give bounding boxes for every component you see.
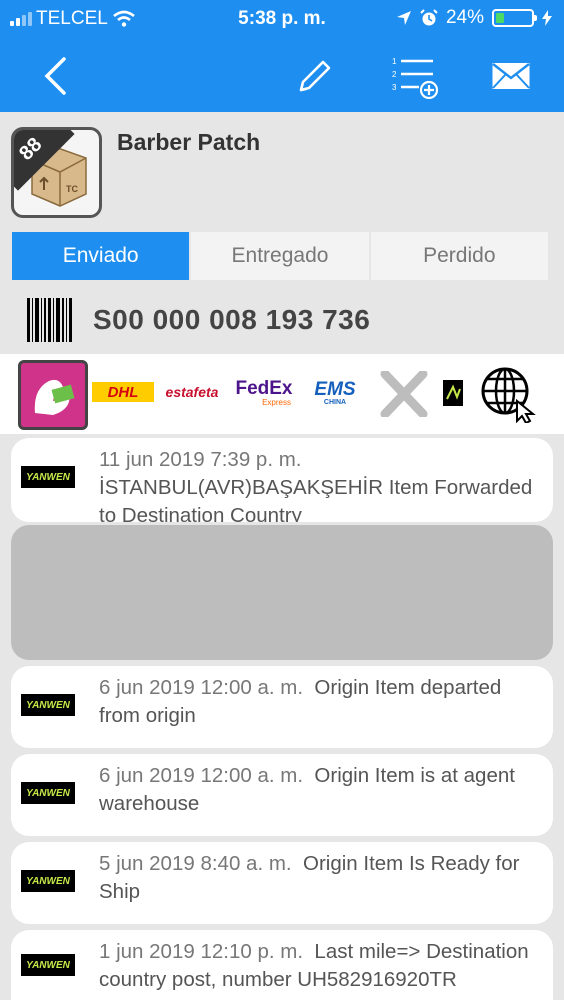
- package-thumbnail[interactable]: TC 88: [11, 127, 102, 218]
- event-date: 6 jun 2019 12:00 a. m.: [99, 764, 304, 787]
- pencil-icon: [299, 60, 331, 92]
- alarm-icon: [420, 9, 438, 26]
- charging-bolt-icon: [542, 10, 552, 26]
- svg-text:2: 2: [392, 70, 397, 79]
- status-bar: TELCEL 5:38 p. m. 24%: [0, 0, 564, 36]
- dhl-logo: DHL: [107, 383, 139, 401]
- battery-percent: 24%: [445, 7, 484, 28]
- yanwen-logo: YANWEN: [21, 466, 75, 488]
- event-date: 1 jun 2019 12:10 p. m.: [99, 940, 304, 963]
- back-button[interactable]: [30, 48, 80, 104]
- svg-text:1: 1: [392, 57, 397, 66]
- tracking-row: S00 000 008 193 736: [0, 292, 564, 354]
- event-date: 5 jun 2019 8:40 a. m.: [99, 852, 292, 875]
- envelope-icon: [492, 63, 530, 89]
- web-globe-icon: [481, 367, 536, 423]
- yanwen-logo: YANWEN: [21, 782, 75, 804]
- event-text: 6 jun 2019 12:00 a. m. Origin Item depar…: [99, 674, 543, 730]
- list-item[interactable]: YANWEN 6 jun 2019 12:00 a. m. Origin Ite…: [11, 754, 553, 836]
- list-item[interactable]: YANWEN 11 jun 2019 7:39 p. m. İSTANBUL(A…: [11, 438, 553, 522]
- add-to-list-button[interactable]: 1 2 3: [386, 48, 442, 104]
- package-header: TC 88 Barber Patch Enviado Entregado Per…: [0, 112, 564, 292]
- status-right: 24%: [396, 7, 552, 29]
- location-arrow-icon: [396, 11, 411, 25]
- event-date: 11 jun 2019 7:39 p. m.: [99, 448, 302, 471]
- tab-enviado[interactable]: Enviado: [12, 232, 190, 280]
- event-date: 6 jun 2019 12:00 a. m.: [99, 676, 304, 699]
- message-button[interactable]: [486, 48, 536, 104]
- ems-sub: CHINA: [323, 399, 347, 406]
- yanwen-small-logo: [446, 384, 461, 400]
- estafeta-logo: estafeta: [165, 384, 219, 400]
- carrier-x[interactable]: [376, 368, 432, 420]
- yanwen-logo: YANWEN: [21, 870, 75, 892]
- carrier-web[interactable]: [478, 364, 538, 424]
- svg-text:3: 3: [392, 83, 397, 92]
- event-text: 11 jun 2019 7:39 p. m. İSTANBUL(AVR)BAŞA…: [99, 446, 543, 522]
- numbered-list-add-icon: 1 2 3: [392, 57, 439, 99]
- status-segmented-control: Enviado Entregado Perdido: [12, 232, 548, 280]
- carrier-postal[interactable]: [18, 360, 88, 430]
- tab-perdido[interactable]: Perdido: [370, 232, 548, 280]
- event-text: 6 jun 2019 12:00 a. m. Origin Item is at…: [99, 762, 543, 818]
- barcode-icon[interactable]: [27, 298, 75, 342]
- yanwen-logo: YANWEN: [21, 694, 75, 716]
- tab-entregado[interactable]: Entregado: [191, 232, 369, 280]
- carrier-ems[interactable]: EMS CHINA: [302, 376, 368, 410]
- battery-icon: [492, 9, 537, 27]
- back-arrow-icon: [44, 57, 66, 95]
- ad-banner[interactable]: [11, 525, 553, 660]
- list-item[interactable]: YANWEN 1 jun 2019 12:10 p. m. Last mile=…: [11, 930, 553, 1000]
- list-item[interactable]: YANWEN 6 jun 2019 12:00 a. m. Origin Ite…: [11, 666, 553, 748]
- svg-text:TC: TC: [66, 184, 78, 194]
- fedex-sub: Express: [262, 398, 291, 407]
- top-bar: TELCEL 5:38 p. m. 24% 1 2 3: [0, 0, 564, 112]
- list-item[interactable]: YANWEN 5 jun 2019 8:40 a. m. Origin Item…: [11, 842, 553, 924]
- carrier-strip: DHL estafeta FedEx Express EMS CHINA: [0, 354, 564, 434]
- edit-button[interactable]: [288, 48, 338, 104]
- x-logo: [380, 371, 428, 417]
- carrier-fedex[interactable]: FedEx Express: [231, 376, 297, 410]
- carrier-dhl[interactable]: DHL: [92, 382, 154, 402]
- event-text: 1 jun 2019 12:10 p. m. Last mile=> Desti…: [99, 938, 543, 994]
- postal-service-logo: [34, 379, 75, 415]
- event-text: 5 jun 2019 8:40 a. m. Origin Item Is Rea…: [99, 850, 543, 906]
- carrier-estafeta[interactable]: estafeta: [160, 380, 224, 404]
- yanwen-logo: YANWEN: [21, 954, 75, 976]
- event-desc: İSTANBUL(AVR)BAŞAKŞEHİR Item Forwarded t…: [99, 476, 533, 522]
- events-list: YANWEN 11 jun 2019 7:39 p. m. İSTANBUL(A…: [0, 434, 564, 1000]
- tracking-number: S00 000 008 193 736: [93, 304, 371, 335]
- package-name: Barber Patch: [117, 129, 261, 155]
- fedex-logo: FedEx: [235, 378, 293, 399]
- carrier-yanwen[interactable]: [443, 380, 463, 406]
- ems-logo: EMS: [314, 379, 356, 400]
